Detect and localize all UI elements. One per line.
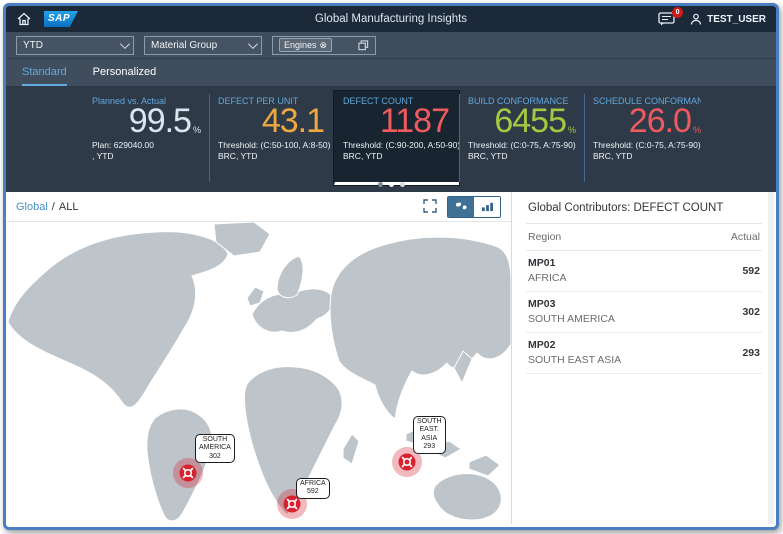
- icon-tab-bar: Standard Personalized: [6, 59, 776, 86]
- chevron-down-icon: [248, 39, 258, 49]
- token-remove-icon[interactable]: ⊗: [320, 40, 328, 51]
- row-region: SOUTH EAST ASIA: [528, 354, 621, 366]
- contributors-title: Global Contributors: DEFECT COUNT: [526, 192, 762, 224]
- kpi-tile-schedule-conformance[interactable]: SCHEDULE CONFORMANCE 26.0% Threshold: (C…: [584, 94, 709, 182]
- notifications-button[interactable]: 0: [658, 12, 676, 26]
- world-map-continents: [6, 222, 511, 524]
- chart-view-button[interactable]: [474, 197, 500, 217]
- kpi-carousel: Planned vs. Actual 99.5% Plan: 629040.00…: [6, 86, 776, 192]
- breadcrumb-global-link[interactable]: Global: [16, 201, 48, 213]
- token-label: Engines: [284, 40, 317, 50]
- bar-chart-icon: [480, 201, 495, 212]
- row-actual: 592: [742, 265, 760, 277]
- filter-token: Engines ⊗: [279, 38, 332, 52]
- carousel-dot[interactable]: [389, 182, 394, 187]
- kpi-unit: %: [568, 125, 576, 135]
- kpi-tile-build-conformance[interactable]: BUILD CONFORMANCE 6455% Threshold: (C:0-…: [459, 94, 584, 182]
- notification-badge: 0: [672, 7, 683, 18]
- breadcrumb-separator: /: [52, 201, 55, 213]
- dimension-value: Material Group: [151, 40, 217, 51]
- kpi-tile-planned-vs-actual[interactable]: Planned vs. Actual 99.5% Plan: 629040.00…: [84, 94, 209, 182]
- kpi-unit: %: [193, 125, 201, 135]
- row-code: MP03: [528, 298, 615, 310]
- tab-standard[interactable]: Standard: [22, 59, 67, 86]
- table-row[interactable]: MP03 SOUTH AMERICA 302: [526, 292, 762, 333]
- top-bar: SAP Global Manufacturing Insights 0 TEST…: [6, 6, 776, 32]
- row-code: MP01: [528, 257, 567, 269]
- carousel-dot[interactable]: [378, 182, 383, 187]
- world-map[interactable]: SOUTH AMERICA 302 AFRICA 592 SOUTH EAST.…: [6, 222, 511, 524]
- kpi-unit: %: [693, 125, 701, 135]
- contributors-panel: Global Contributors: DEFECT COUNT Region…: [512, 192, 776, 524]
- kpi-tile-defect-count[interactable]: DEFECT COUNT 1187 Threshold: (C:90-200, …: [334, 91, 459, 185]
- app-window: SAP Global Manufacturing Insights 0 TEST…: [3, 3, 779, 530]
- carousel-dot[interactable]: [400, 182, 405, 187]
- table-row[interactable]: MP01 AFRICA 592: [526, 251, 762, 292]
- continent-asia: [330, 237, 511, 419]
- kpi-value: 1187: [380, 104, 449, 140]
- row-actual: 302: [742, 306, 760, 318]
- row-code: MP02: [528, 339, 621, 351]
- map-label-south-america: SOUTH AMERICA 302: [195, 434, 235, 463]
- column-region: Region: [528, 231, 561, 243]
- period-select[interactable]: YTD: [16, 36, 134, 55]
- tab-personalized[interactable]: Personalized: [93, 59, 157, 86]
- map-label-south-east-asia: SOUTH EAST. ASIA 293: [413, 416, 446, 454]
- map-panel: Global / ALL: [6, 192, 512, 524]
- continent-north-america: [8, 232, 228, 408]
- column-actual: Actual: [731, 231, 760, 243]
- breadcrumb-current: ALL: [59, 201, 79, 213]
- map-view-button[interactable]: [448, 197, 474, 217]
- filter-bar: YTD Material Group Engines ⊗: [6, 32, 776, 59]
- kpi-value: 26.0: [629, 104, 691, 140]
- kpi-value: 6455: [494, 104, 566, 140]
- user-menu[interactable]: TEST_USER: [690, 13, 766, 25]
- scrollbar[interactable]: [768, 192, 774, 524]
- carousel-pagination: [6, 182, 776, 187]
- kpi-value: 43.1: [262, 104, 324, 140]
- row-region: AFRICA: [528, 272, 567, 284]
- table-row[interactable]: MP02 SOUTH EAST ASIA 293: [526, 333, 762, 374]
- kpi-value: 99.5: [129, 104, 191, 140]
- period-value: YTD: [23, 40, 43, 51]
- marker-pin-icon: [179, 464, 196, 481]
- map-icon: [454, 201, 469, 212]
- material-filter-input[interactable]: Engines ⊗: [272, 36, 376, 55]
- marker-pin-icon: [398, 454, 415, 471]
- region-madagascar: [343, 434, 359, 464]
- map-label-africa: AFRICA 592: [296, 478, 330, 499]
- continent-australia: [433, 473, 501, 520]
- user-name: TEST_USER: [707, 14, 766, 25]
- chevron-down-icon: [120, 39, 130, 49]
- fullscreen-expand-icon[interactable]: [423, 199, 439, 215]
- dimension-select[interactable]: Material Group: [144, 36, 262, 55]
- row-region: SOUTH AMERICA: [528, 313, 615, 325]
- region-new-guinea: [469, 455, 500, 476]
- person-icon: [690, 13, 702, 25]
- contributors-table-header: Region Actual: [526, 224, 762, 251]
- kpi-tile-defect-per-unit[interactable]: DEFECT PER UNIT 43.1 Threshold: (C:50-10…: [209, 94, 334, 182]
- value-help-icon[interactable]: [358, 40, 369, 51]
- row-actual: 293: [742, 347, 760, 359]
- main-content: Global / ALL: [6, 192, 776, 524]
- view-switch: [447, 196, 501, 218]
- map-header: Global / ALL: [6, 192, 511, 222]
